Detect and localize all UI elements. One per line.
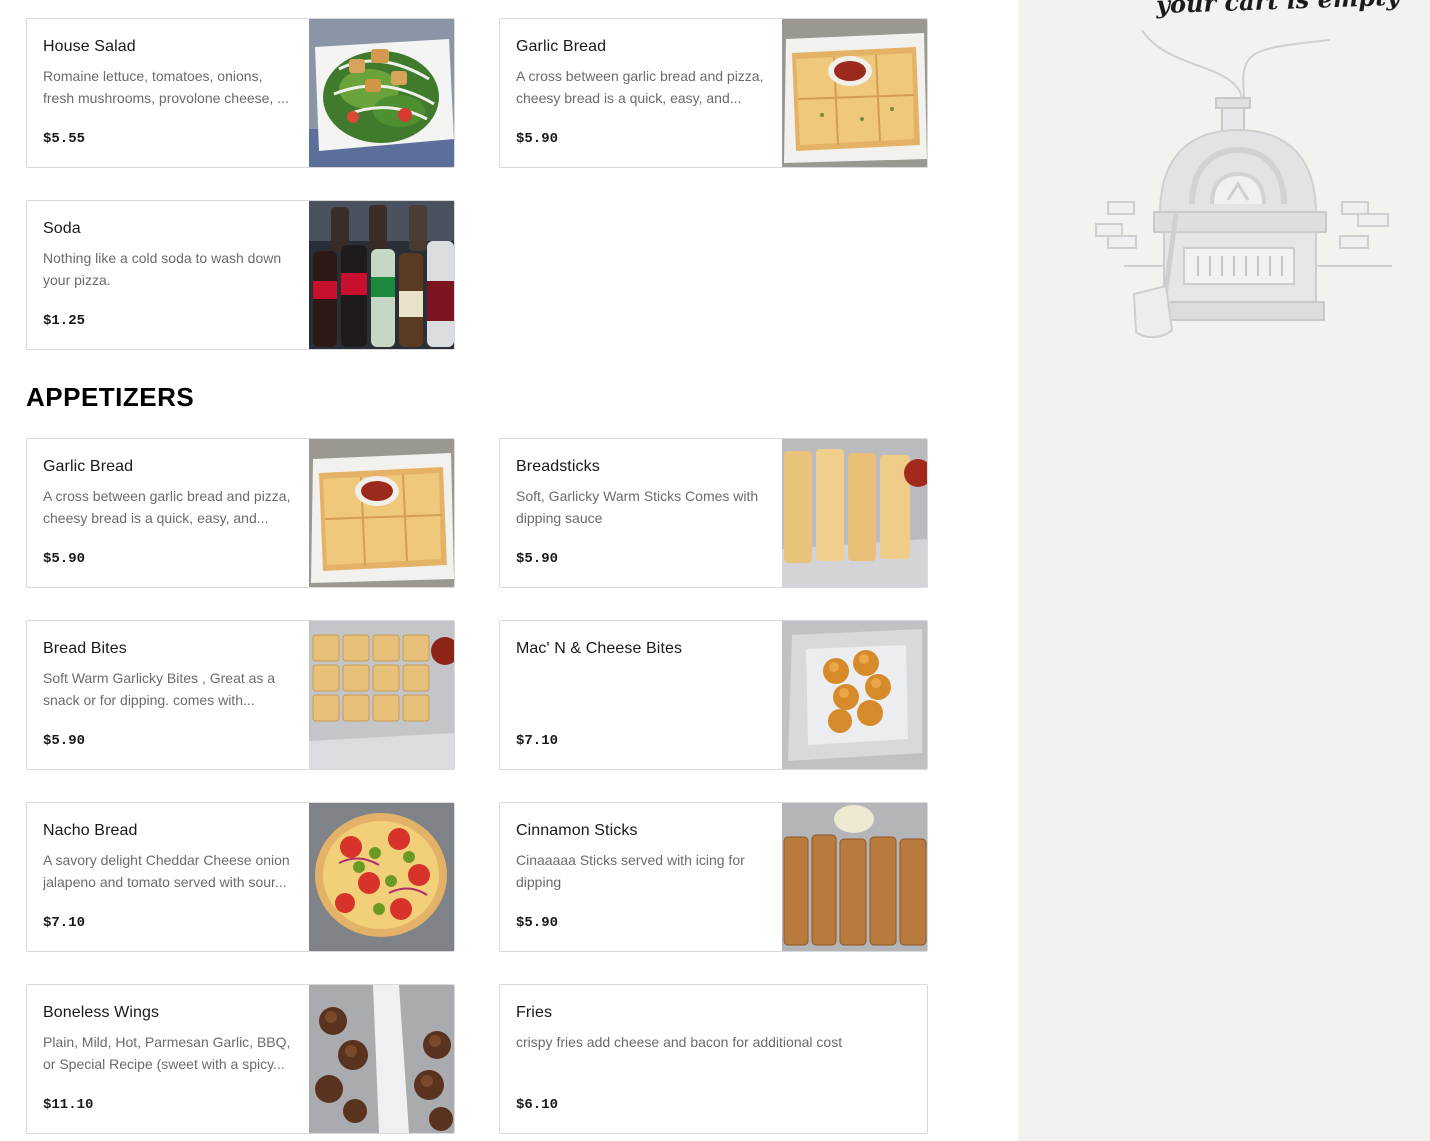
garlic-bread-photo <box>309 439 454 587</box>
item-description: Soft Warm Garlicky Bites , Great as a sn… <box>43 670 276 708</box>
item-price: $5.90 <box>43 733 86 749</box>
house-salad-photo <box>309 19 454 167</box>
bread-bites-photo <box>309 621 454 769</box>
menu-item-cinnamon-sticks[interactable]: Cinnamon Sticks Cinaaaaa Sticks served w… <box>499 802 928 952</box>
item-price: $6.10 <box>516 1097 559 1113</box>
item-description: Soft, Garlicky Warm Sticks Comes with di… <box>516 488 759 526</box>
menu-item-breadsticks[interactable]: Breadsticks Soft, Garlicky Warm Sticks C… <box>499 438 928 588</box>
menu-item-garlic-bread[interactable]: Garlic Bread A cross between garlic brea… <box>499 18 928 168</box>
boneless-wings-photo <box>309 985 454 1133</box>
item-description: A cross between garlic bread and pizza, … <box>516 68 764 106</box>
item-name: Fries <box>516 1004 553 1021</box>
menu-area: House Salad Romaine lettuce, tomatoes, o… <box>0 0 1018 1141</box>
section-title-appetizers: APPETIZERS <box>26 382 195 412</box>
item-name: Bread Bites <box>43 640 127 657</box>
item-description: A cross between garlic bread and pizza, … <box>43 488 291 526</box>
item-name: Boneless Wings <box>43 1004 160 1021</box>
item-description: Cinaaaaa Sticks served with icing for di… <box>516 852 745 890</box>
item-description: Romaine lettuce, tomatoes, onions, fresh… <box>43 68 289 106</box>
item-name: Garlic Bread <box>43 458 134 475</box>
item-price: $5.55 <box>43 131 86 147</box>
item-name: Garlic Bread <box>516 38 607 55</box>
item-price: $5.90 <box>516 131 559 147</box>
item-name: House Salad <box>43 38 136 55</box>
item-description: A savory delight Cheddar Cheese onion ja… <box>43 852 290 890</box>
item-name: Breadsticks <box>516 458 600 475</box>
pizza-oven-illustration <box>1095 29 1392 338</box>
menu-item-nacho-bread[interactable]: Nacho Bread A savory delight Cheddar Che… <box>26 802 455 952</box>
item-price: $11.10 <box>43 1097 94 1113</box>
menu-item-garlic-bread[interactable]: Garlic Bread A cross between garlic brea… <box>26 438 455 588</box>
menu-item-bread-bites[interactable]: Bread Bites Soft Warm Garlicky Bites , G… <box>26 620 455 770</box>
item-name: Nacho Bread <box>43 822 138 839</box>
breadsticks-photo <box>782 439 927 587</box>
garlic-bread-photo <box>782 19 927 167</box>
item-name: Soda <box>43 220 81 237</box>
mac-cheese-bites-photo <box>782 621 927 769</box>
menu-item-fries[interactable]: Fries crispy fries add cheese and bacon … <box>499 984 928 1134</box>
menu-item-soda[interactable]: Soda Nothing like a cold soda to wash do… <box>26 200 455 350</box>
item-price: $5.90 <box>43 551 86 567</box>
cart-sidebar: your cart is empty <box>1018 0 1430 1141</box>
item-name: Cinnamon Sticks <box>516 822 638 839</box>
item-price: $1.25 <box>43 313 86 329</box>
item-description: crispy fries add cheese and bacon for ad… <box>516 1034 843 1050</box>
item-name: Mac' N & Cheese Bites <box>516 640 683 657</box>
menu-item-mac-n-cheese-bites[interactable]: Mac' N & Cheese Bites $7.10 <box>499 620 928 770</box>
nacho-bread-photo <box>309 803 454 951</box>
item-description: Nothing like a cold soda to wash down yo… <box>43 250 282 288</box>
cinnamon-sticks-photo <box>782 803 927 951</box>
menu-item-boneless-wings[interactable]: Boneless Wings Plain, Mild, Hot, Parmesa… <box>26 984 455 1134</box>
item-price: $5.90 <box>516 915 559 931</box>
soda-bottles-photo <box>309 201 454 349</box>
item-price: $5.90 <box>516 551 559 567</box>
menu-item-house-salad[interactable]: House Salad Romaine lettuce, tomatoes, o… <box>26 18 455 168</box>
item-price: $7.10 <box>516 733 559 749</box>
item-description: Plain, Mild, Hot, Parmesan Garlic, BBQ, … <box>43 1034 291 1072</box>
cart-empty-text: your cart is empty <box>1155 0 1401 20</box>
item-price: $7.10 <box>43 915 86 931</box>
